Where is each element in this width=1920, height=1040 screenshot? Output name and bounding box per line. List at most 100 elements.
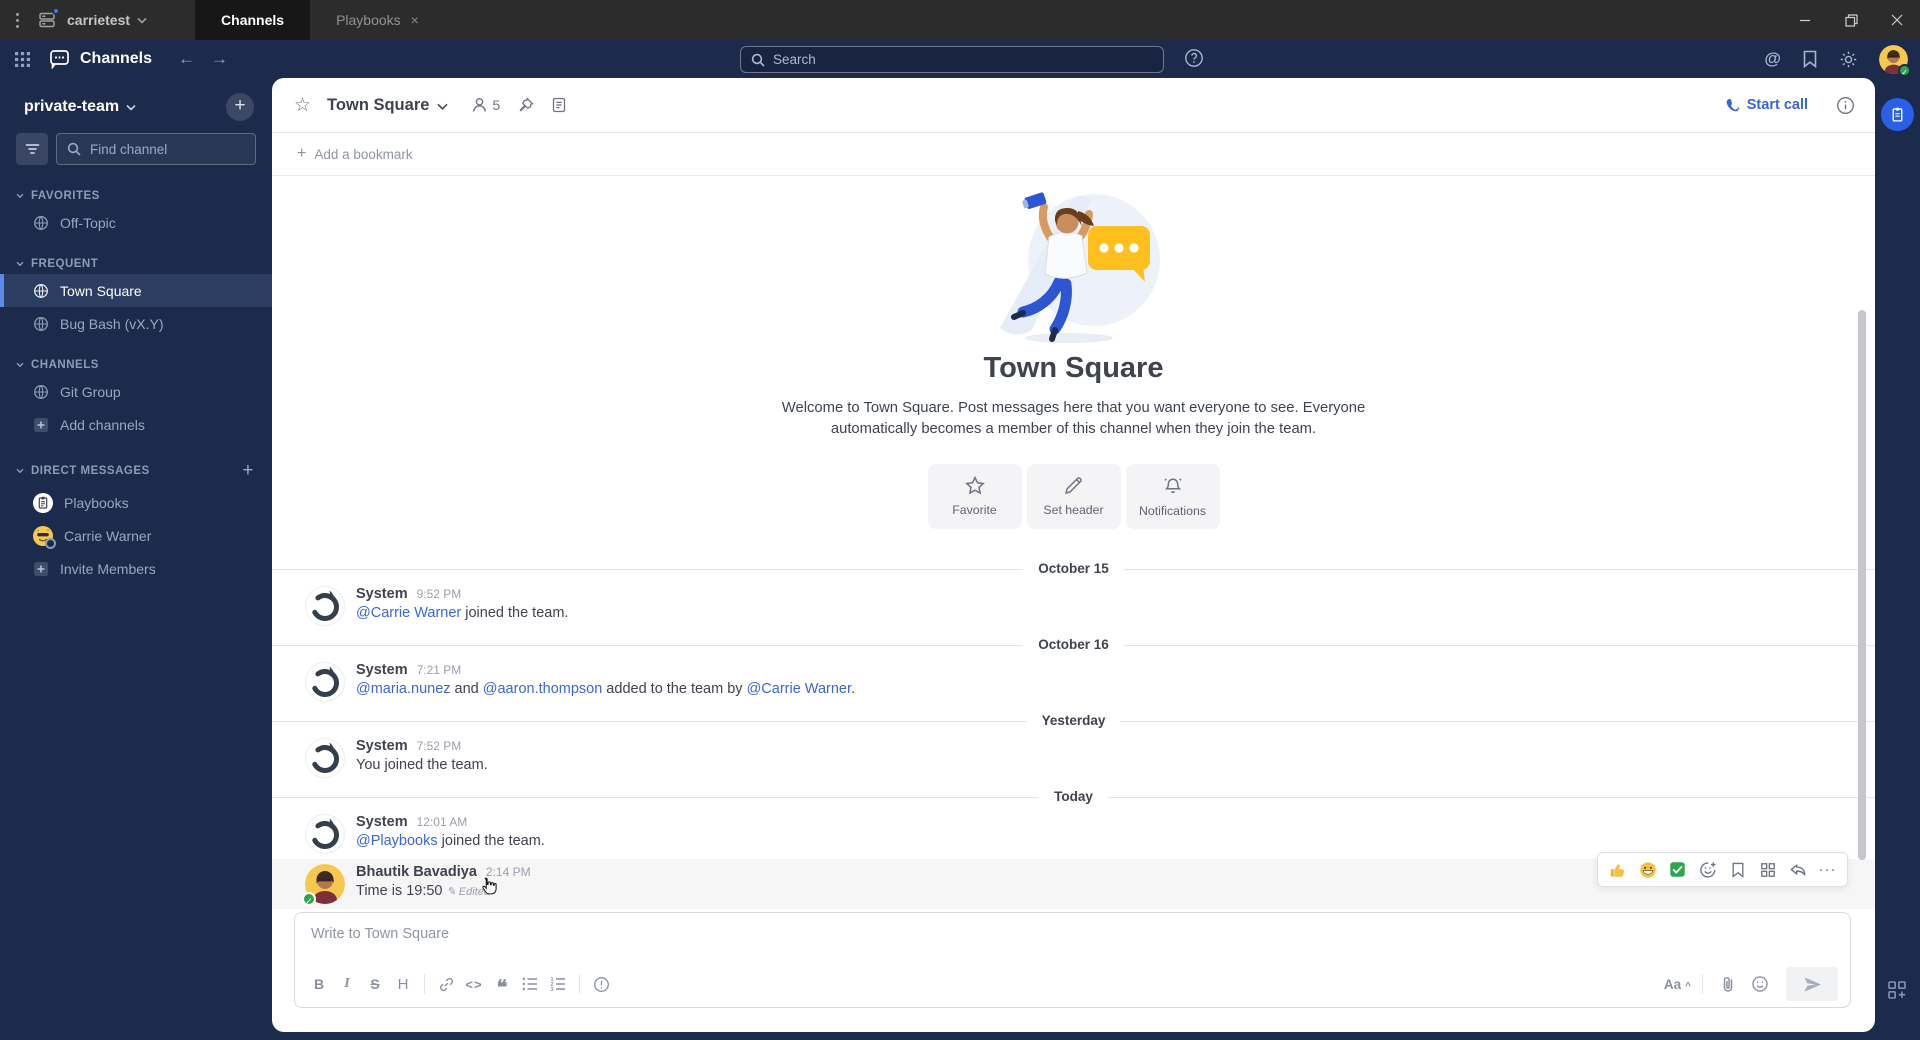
- numbered-list-button[interactable]: 123: [544, 971, 572, 997]
- italic-button[interactable]: I: [333, 971, 361, 997]
- notifications-button[interactable]: Notifications: [1125, 464, 1220, 530]
- product-switcher-icon[interactable]: [14, 51, 31, 68]
- pencil-icon: ✎: [446, 886, 456, 899]
- bell-icon: [1163, 476, 1183, 496]
- message-actions-toolbar: ···: [1597, 852, 1848, 887]
- pin-icon[interactable]: [518, 97, 534, 113]
- restore-button[interactable]: [1828, 0, 1874, 40]
- team-name-menu[interactable]: private-team: [24, 98, 136, 116]
- server-icon[interactable]: [37, 7, 60, 30]
- section-favorites[interactable]: FAVORITES: [0, 186, 272, 206]
- channel-name-menu[interactable]: Town Square: [327, 96, 448, 115]
- heading-button[interactable]: H: [389, 971, 417, 997]
- add-bookmark-button[interactable]: + Add a bookmark: [272, 133, 1875, 176]
- person-icon: [473, 98, 487, 112]
- mention-link[interactable]: @Carrie Warner: [356, 605, 461, 621]
- priority-icon[interactable]: [587, 971, 615, 997]
- thumbs-up-emoji-button[interactable]: [1605, 857, 1630, 882]
- team-switcher[interactable]: carrietest: [67, 12, 147, 28]
- playbooks-bot-avatar: [33, 492, 53, 513]
- channel-filter-icon[interactable]: [16, 133, 48, 165]
- sidebar-item-off-topic[interactable]: Off-Topic: [0, 206, 272, 239]
- add-reaction-icon[interactable]: [1695, 857, 1720, 882]
- search-icon: [67, 142, 81, 156]
- close-tab-icon[interactable]: ×: [411, 12, 419, 28]
- formatting-toolbar: B I S H <> ❝ 123 Aa ^: [295, 965, 1850, 1007]
- grinning-emoji-button[interactable]: [1635, 857, 1660, 882]
- quote-button[interactable]: ❝: [488, 971, 516, 998]
- bold-button[interactable]: B: [305, 971, 333, 997]
- search-input[interactable]: Search: [740, 46, 1164, 73]
- bulleted-list-button[interactable]: [516, 971, 544, 997]
- send-message-button[interactable]: [1786, 967, 1838, 1001]
- favorite-button[interactable]: Favorite: [927, 464, 1022, 530]
- attachment-paperclip-icon[interactable]: [1714, 971, 1742, 997]
- sidebar-item-bug-bash[interactable]: Bug Bash (vX.Y): [0, 307, 272, 340]
- plus-box-icon: [33, 417, 49, 433]
- mention-link[interactable]: @aaron.thompson: [483, 681, 603, 697]
- reply-icon[interactable]: [1785, 857, 1810, 882]
- global-header: Channels ← → Search @ ✓: [0, 40, 1920, 78]
- app-menu-icon[interactable]: [0, 12, 37, 28]
- code-button[interactable]: <>: [460, 971, 488, 997]
- sidebar-item-git-group[interactable]: Git Group: [0, 375, 272, 408]
- playbooks-app-button[interactable]: [1881, 98, 1914, 131]
- save-message-icon[interactable]: [1725, 857, 1750, 882]
- check-mark-emoji-button[interactable]: [1665, 857, 1690, 882]
- tab-channels[interactable]: Channels: [195, 0, 311, 40]
- start-call-button[interactable]: Start call: [1724, 97, 1808, 113]
- close-window-button[interactable]: [1874, 0, 1920, 40]
- mention-link[interactable]: @maria.nunez: [356, 681, 451, 697]
- sidebar-item-invite-members[interactable]: Invite Members: [0, 552, 272, 585]
- favorite-star-icon[interactable]: ☆: [294, 94, 311, 117]
- link-button[interactable]: [432, 971, 460, 997]
- mention-link[interactable]: @Playbooks: [356, 833, 438, 849]
- sidebar-item-playbooks-dm[interactable]: Playbooks: [0, 486, 272, 519]
- app-bar-marketplace-icon[interactable]: [1887, 980, 1907, 1000]
- channel-info-icon[interactable]: [1836, 96, 1855, 115]
- channel-intro: Town Square Welcome to Town Square. Post…: [272, 180, 1875, 530]
- strikethrough-button[interactable]: S: [361, 971, 389, 997]
- scrollbar-thumb[interactable]: [1858, 310, 1866, 860]
- help-icon[interactable]: [1184, 48, 1204, 68]
- message-list[interactable]: Town Square Welcome to Town Square. Post…: [272, 176, 1875, 912]
- user-avatar[interactable]: ✓: [1879, 44, 1911, 77]
- system-message-1[interactable]: System 9:52 PM @Carrie Warner joined the …: [272, 581, 1875, 631]
- channel-files-icon[interactable]: [552, 97, 566, 113]
- system-message-2[interactable]: System 7:21 PM @maria.nunez and @aaron.th…: [272, 657, 1875, 707]
- system-message-3[interactable]: System 7:52 PM You joined the team.: [272, 733, 1875, 783]
- emoji-picker-icon[interactable]: [1746, 971, 1774, 997]
- members-button[interactable]: 5: [472, 97, 500, 113]
- sidebar-item-town-square[interactable]: Town Square: [0, 274, 272, 307]
- message-input[interactable]: Write to Town Square: [295, 913, 1850, 965]
- mentions-icon[interactable]: @: [1764, 49, 1781, 69]
- sidebar-item-carrie-warner[interactable]: Carrie Warner: [0, 519, 272, 552]
- plus-icon: +: [297, 145, 307, 162]
- settings-gear-icon[interactable]: [1839, 50, 1858, 69]
- pencil-icon: [1064, 476, 1083, 495]
- sidebar-item-add-channels[interactable]: Add channels: [0, 408, 272, 441]
- tab-playbooks[interactable]: Playbooks ×: [310, 0, 445, 40]
- section-channels[interactable]: CHANNELS: [0, 355, 272, 375]
- history-forward-button[interactable]: →: [203, 49, 236, 69]
- globe-icon: [33, 384, 49, 400]
- globe-icon: [33, 316, 49, 332]
- notification-dot: [52, 7, 60, 15]
- section-direct-messages[interactable]: DIRECT MESSAGES +: [0, 456, 272, 486]
- paper-plane-icon: [1803, 976, 1821, 992]
- show-formatting-button[interactable]: Aa ^: [1664, 977, 1691, 992]
- add-direct-message-button[interactable]: +: [242, 460, 260, 482]
- more-actions-icon[interactable]: ···: [1815, 857, 1840, 882]
- set-header-button[interactable]: Set header: [1026, 464, 1121, 530]
- find-channel-input[interactable]: Find channel: [56, 133, 256, 165]
- section-frequent[interactable]: FREQUENT: [0, 254, 272, 274]
- product-title[interactable]: Channels: [49, 49, 152, 69]
- bhautik-avatar[interactable]: ✓: [302, 864, 345, 907]
- add-channel-button[interactable]: +: [226, 93, 254, 121]
- mention-link[interactable]: @Carrie Warner: [747, 681, 851, 697]
- saved-posts-icon[interactable]: [1802, 50, 1818, 68]
- history-back-button[interactable]: ←: [170, 49, 203, 69]
- minimize-button[interactable]: [1782, 0, 1828, 40]
- svg-text:3: 3: [551, 987, 554, 991]
- actions-grid-icon[interactable]: [1755, 857, 1780, 882]
